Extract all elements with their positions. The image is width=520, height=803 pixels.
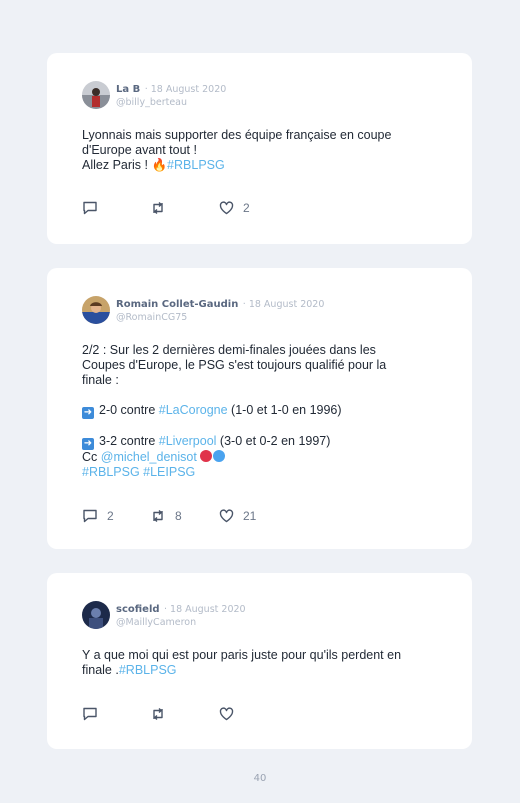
- retweet-icon: [150, 201, 166, 215]
- reply-icon: [82, 201, 98, 215]
- hashtag-link[interactable]: #LaCorogne: [159, 403, 228, 417]
- retweet-button[interactable]: [150, 201, 175, 215]
- text-line: 2/2 : Sur les 2 dernières demi-finales j…: [82, 343, 376, 357]
- tweet-header: Romain Collet-Gaudin · 18 August 2020 @R…: [82, 296, 452, 330]
- text-line: ➜ 3-2 contre #Liverpool (3-0 et 0-2 en 19…: [82, 434, 452, 450]
- red-circle-icon: [200, 450, 213, 462]
- author-info: Romain Collet-Gaudin · 18 August 2020 @R…: [116, 296, 324, 324]
- tweet-date: · 18 August 2020: [163, 604, 246, 615]
- hashtag-link[interactable]: #RBLPSG: [167, 158, 225, 172]
- text-span: (1-0 et 1-0 en 1996): [227, 403, 342, 417]
- avatar[interactable]: [82, 81, 110, 109]
- arrow-right-icon: ➜: [82, 407, 94, 419]
- avatar[interactable]: [82, 296, 110, 324]
- text-line: d'Europe avant tout !: [82, 143, 197, 157]
- text-line: Y a que moi qui est pour paris juste pou…: [82, 648, 402, 662]
- like-count: 2: [243, 201, 250, 215]
- like-icon: [219, 707, 234, 721]
- reply-button[interactable]: 2: [82, 509, 114, 523]
- text-line: ➜ 2-0 contre #LaCorogne (1-0 et 1-0 en 19…: [82, 403, 452, 419]
- like-button[interactable]: 2: [219, 201, 250, 215]
- tweet-header: scofield · 18 August 2020 @MaillyCameron: [82, 601, 452, 635]
- text-line: Cc @michel_denisot: [82, 450, 452, 465]
- text-span: Allez Paris !: [82, 158, 152, 172]
- tweet-actions: 2 8 21: [82, 509, 452, 525]
- retweet-icon: [150, 509, 166, 523]
- tweet-date: · 18 August 2020: [242, 299, 325, 310]
- blue-circle-icon: [213, 450, 226, 462]
- like-icon: [219, 509, 234, 523]
- reply-icon: [82, 707, 98, 721]
- text-line: Coupes d'Europe, le PSG s'est toujours q…: [82, 358, 387, 372]
- author-name[interactable]: La B: [116, 84, 140, 95]
- retweet-button[interactable]: [150, 707, 175, 721]
- hashtag-link[interactable]: #Liverpool: [159, 434, 217, 448]
- text-line: Allez Paris ! 🔥#RBLPSG: [82, 158, 452, 173]
- like-icon: [219, 201, 234, 215]
- author-info: scofield · 18 August 2020 @MaillyCameron: [116, 601, 246, 629]
- text-span: finale .: [82, 663, 119, 677]
- hashtag-link[interactable]: #RBLPSG: [119, 663, 177, 677]
- mention-link[interactable]: @michel_denisot: [101, 450, 197, 464]
- arrow-right-icon: ➜: [82, 438, 94, 450]
- author-handle[interactable]: @billy_berteau: [116, 96, 226, 109]
- like-button[interactable]: 21: [219, 509, 256, 523]
- hashtags-line[interactable]: #RBLPSG #LEIPSG: [82, 465, 452, 480]
- fire-emoji: 🔥: [151, 158, 168, 172]
- text-span: 2-0 contre: [99, 403, 159, 417]
- like-button[interactable]: [219, 707, 243, 721]
- author-handle[interactable]: @MaillyCameron: [116, 616, 246, 629]
- text-line: Lyonnais mais supporter des équipe franç…: [82, 128, 392, 142]
- tweet-actions: [82, 707, 452, 723]
- retweet-count: 8: [175, 509, 182, 523]
- page-number: 40: [253, 773, 267, 784]
- tweet-date: · 18 August 2020: [144, 84, 227, 95]
- retweet-button[interactable]: 8: [150, 509, 182, 523]
- tweet-header: La B · 18 August 2020 @billy_berteau: [82, 81, 452, 115]
- like-count: 21: [243, 509, 257, 523]
- reply-count: 2: [107, 509, 114, 523]
- text-line: finale :: [82, 373, 119, 387]
- author-name[interactable]: scofield: [116, 604, 160, 615]
- text-span: Cc: [82, 450, 101, 464]
- reply-button[interactable]: [82, 707, 107, 721]
- retweet-icon: [150, 707, 166, 721]
- author-handle[interactable]: @RomainCG75: [116, 311, 324, 324]
- text-span: 3-2 contre: [99, 434, 159, 448]
- tweet-text: 2/2 : Sur les 2 dernières demi-finales j…: [82, 343, 452, 480]
- tweet-text: Y a que moi qui est pour paris juste pou…: [82, 648, 452, 678]
- author-name[interactable]: Romain Collet-Gaudin: [116, 299, 238, 310]
- tweet-card: scofield · 18 August 2020 @MaillyCameron…: [47, 573, 472, 749]
- reply-icon: [82, 509, 98, 523]
- text-line: finale .#RBLPSG: [82, 663, 452, 678]
- text-span: (3-0 et 0-2 en 1997): [216, 434, 331, 448]
- author-info: La B · 18 August 2020 @billy_berteau: [116, 81, 226, 109]
- tweet-actions: 2: [82, 201, 452, 217]
- tweet-card: Romain Collet-Gaudin · 18 August 2020 @R…: [47, 268, 472, 549]
- tweet-card: La B · 18 August 2020 @billy_berteau Lyo…: [47, 53, 472, 244]
- tweet-text: Lyonnais mais supporter des équipe franç…: [82, 128, 452, 173]
- avatar[interactable]: [82, 601, 110, 629]
- reply-button[interactable]: [82, 201, 107, 215]
